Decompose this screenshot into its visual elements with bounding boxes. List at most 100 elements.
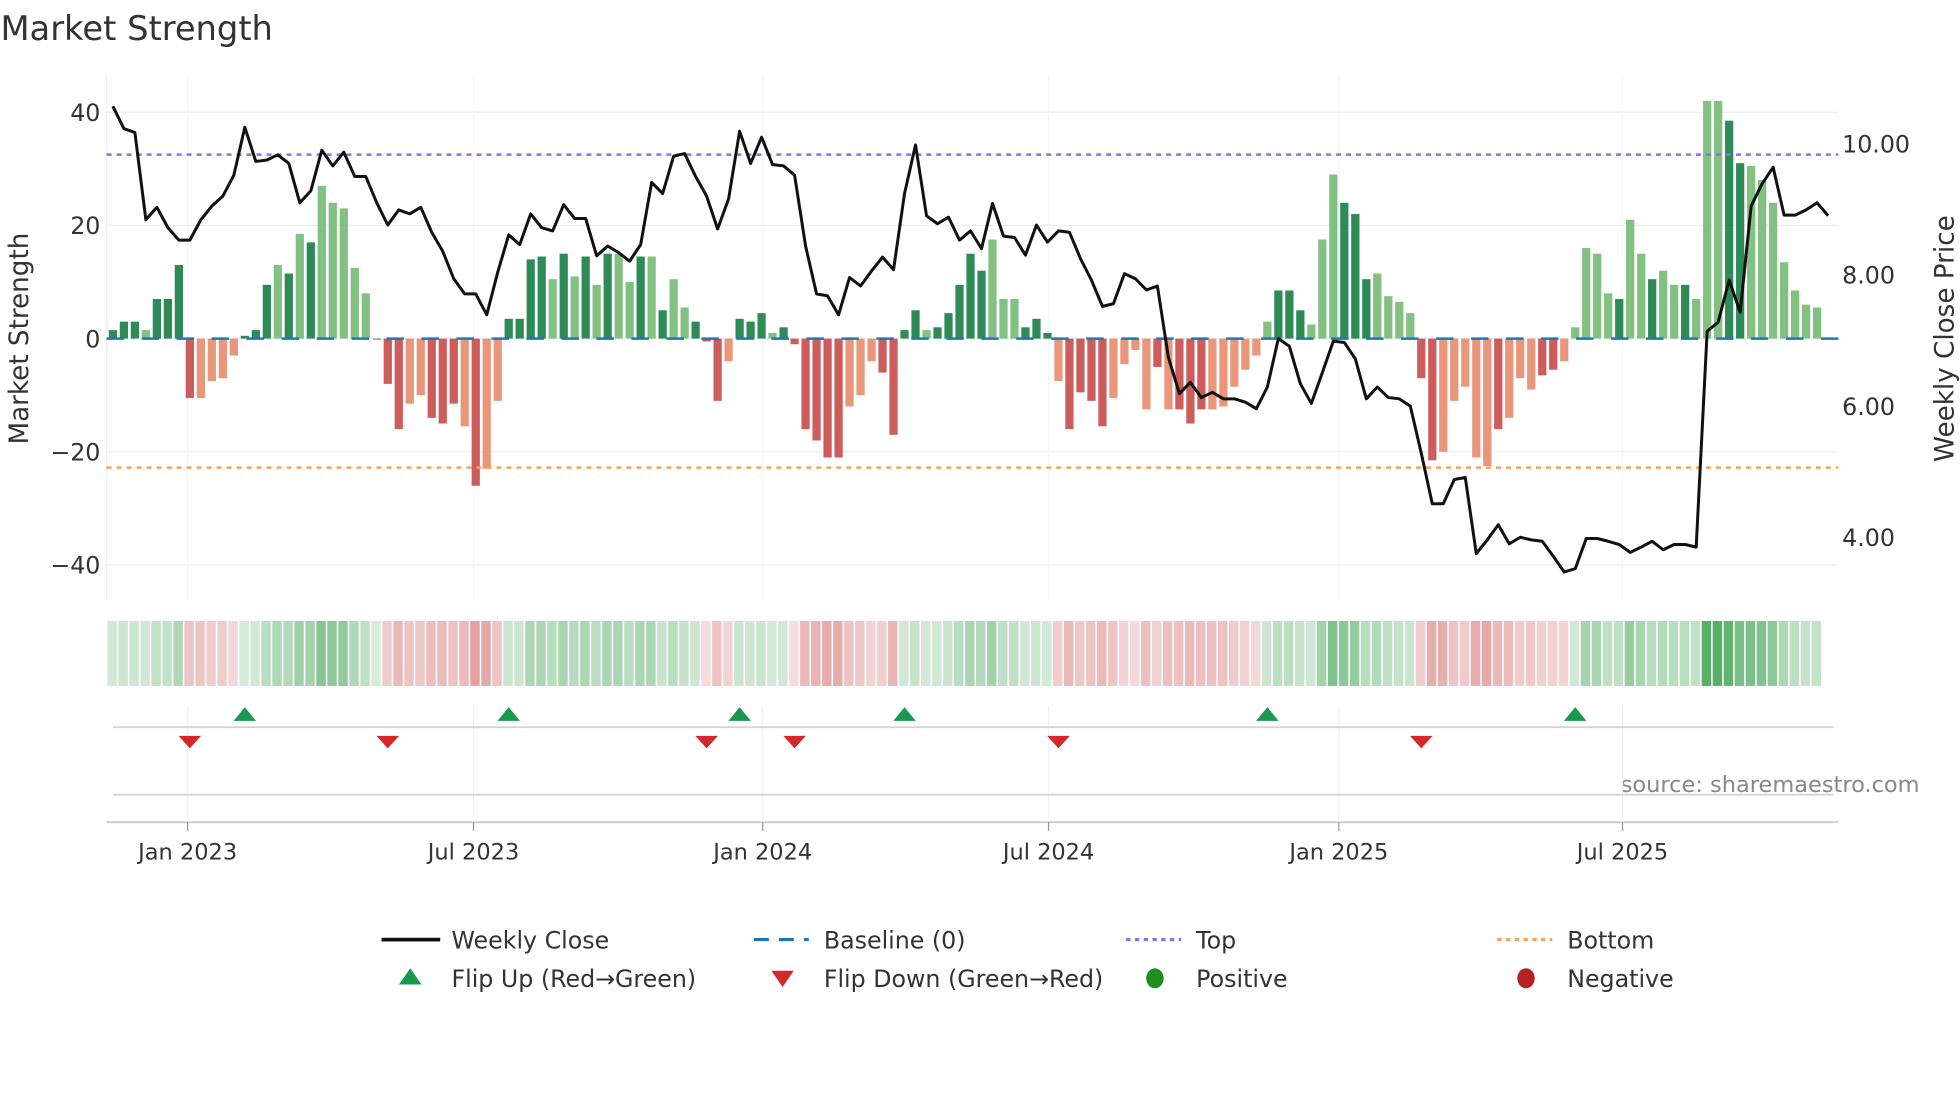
strength-strip-cell xyxy=(503,620,513,686)
strength-bar xyxy=(1549,338,1558,370)
strength-bar xyxy=(273,265,282,339)
strength-bar xyxy=(1043,332,1052,339)
strength-strip-cell xyxy=(272,620,282,686)
strength-strip-cell xyxy=(1734,620,1745,686)
strength-bar xyxy=(977,270,986,339)
strength-strip-cell xyxy=(481,620,491,686)
strength-bar xyxy=(372,338,381,340)
strength-bar xyxy=(1626,219,1635,339)
strength-bar xyxy=(1670,284,1679,339)
legend-flip-down-icon xyxy=(771,970,794,988)
strength-strip-cell xyxy=(921,620,931,686)
strength-strip-cell xyxy=(217,620,227,686)
strength-strip-cell xyxy=(1074,620,1085,686)
strength-strip-cell xyxy=(1041,620,1052,686)
strength-bar xyxy=(361,293,370,339)
x-tick-label: Jan 2023 xyxy=(136,840,237,866)
strength-strip-cell xyxy=(239,620,249,686)
strength-bar xyxy=(526,259,535,339)
strength-bar xyxy=(1571,327,1580,339)
strength-strip-cell xyxy=(327,620,337,686)
strength-bar xyxy=(669,279,678,339)
strength-bar xyxy=(394,338,403,430)
strength-bar xyxy=(1010,298,1019,339)
y-tick-label: 0 xyxy=(85,325,100,353)
strength-bar xyxy=(680,307,689,339)
y-tick-label: 40 xyxy=(70,99,100,127)
strength-strip-cell xyxy=(1569,620,1580,686)
strength-strip-cell xyxy=(1008,620,1019,686)
strength-strip-cell xyxy=(1283,620,1294,686)
strength-bar xyxy=(1087,338,1096,401)
strength-bar xyxy=(1120,338,1129,365)
flip-up-marker xyxy=(1256,707,1279,721)
strength-strip-cell xyxy=(547,620,557,686)
strength-bar xyxy=(581,256,590,339)
strength-strip-cell xyxy=(162,620,172,686)
strength-strip-cell xyxy=(1426,620,1437,686)
strength-bar xyxy=(1021,327,1030,339)
strength-strip-cell xyxy=(690,620,700,686)
strength-strip-cell xyxy=(1690,620,1701,686)
strength-bar xyxy=(482,338,491,469)
strength-bar xyxy=(636,256,645,339)
strength-bar xyxy=(592,284,601,339)
strength-strip-cell xyxy=(1272,620,1283,686)
strength-strip-cell xyxy=(1602,620,1613,686)
strength-bar xyxy=(1175,338,1184,410)
chart-title: Market Strength xyxy=(0,9,272,48)
legend-label: Weekly Close xyxy=(451,926,609,954)
strength-strip-cell xyxy=(437,620,447,686)
strength-strip-cell xyxy=(591,620,601,686)
strength-strip-cell xyxy=(1085,620,1096,686)
strength-bar xyxy=(251,330,260,339)
strength-strip-cell xyxy=(613,620,623,686)
strength-bar xyxy=(1054,338,1063,382)
strength-bar xyxy=(449,338,458,404)
strength-bar xyxy=(1780,262,1789,339)
strength-strip-cell xyxy=(1184,620,1195,686)
strength-bar xyxy=(1131,338,1140,350)
strength-bar xyxy=(1681,284,1690,339)
strength-bar xyxy=(1648,279,1657,339)
strength-bar xyxy=(515,318,524,339)
strength-bar xyxy=(570,276,579,339)
y2-tick-label: 8.00 xyxy=(1842,262,1895,290)
x-tick-label: Jan 2024 xyxy=(711,840,812,866)
strength-strip-cell xyxy=(140,620,150,686)
strength-bar xyxy=(1241,338,1250,370)
strength-bar xyxy=(1428,338,1437,461)
strength-strip-cell xyxy=(997,620,1008,686)
strength-strip-cell xyxy=(1646,620,1657,686)
strength-strip-cell xyxy=(305,620,315,686)
flip-up-marker xyxy=(233,707,257,721)
strength-bar xyxy=(834,338,843,458)
flip-up-marker xyxy=(1563,707,1587,721)
strength-strip-cell xyxy=(1459,620,1470,686)
strength-strip-cell xyxy=(118,620,128,686)
strength-strip-cell xyxy=(1481,620,1492,686)
strength-bar xyxy=(1263,321,1272,339)
strength-bar xyxy=(1538,338,1547,376)
strength-strip-cell xyxy=(404,620,414,686)
strength-bar xyxy=(647,256,656,339)
strength-bar xyxy=(1032,318,1041,339)
legend-label: Bottom xyxy=(1567,926,1654,954)
strength-bar xyxy=(1802,304,1811,339)
strength-strip-cell xyxy=(184,620,194,686)
strength-strip-cell xyxy=(1052,620,1063,686)
strength-bar xyxy=(823,338,832,458)
strength-strip-cell xyxy=(470,620,480,686)
strength-strip-cell xyxy=(822,620,832,686)
strength-strip-cell xyxy=(1536,620,1547,686)
strength-bar xyxy=(801,338,810,430)
strength-strip-cell xyxy=(1030,620,1041,686)
strength-strip-cell xyxy=(1338,620,1349,686)
strength-strip-cell xyxy=(371,620,381,686)
strength-bar xyxy=(1659,270,1668,339)
strength-strip-cell xyxy=(624,620,634,686)
strength-strip-cell xyxy=(1800,620,1811,686)
strength-bar xyxy=(405,338,414,404)
strength-strip-cell xyxy=(1173,620,1184,686)
strength-strip-cell xyxy=(943,620,953,686)
